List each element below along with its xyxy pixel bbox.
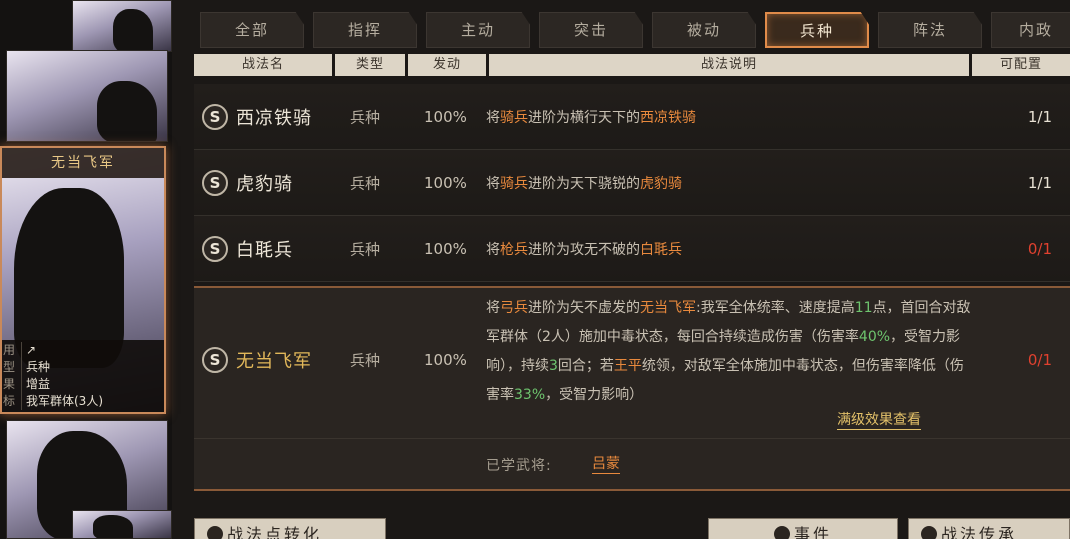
event-button[interactable]: 事件 (708, 518, 898, 539)
tactic-card-strip: 无当飞军 用 ↗ 型兵种 果增益 标我军群体(3人) (0, 0, 172, 539)
tactic-type: 兵种 (350, 108, 381, 126)
table-row[interactable]: S 虎豹骑 兵种 100% 将骑兵进阶为天下骁锐的虎豹骑 1/1 (194, 150, 1070, 216)
grade-badge: S (202, 169, 228, 196)
tab-all[interactable]: 全部 (200, 12, 304, 48)
tactic-list: S 西凉铁骑 兵种 100% 将骑兵进阶为横行天下的西凉铁骑 1/1 S 虎豹骑… (194, 84, 1070, 491)
category-tabs: 全部 指挥 主动 突击 被动 兵种 阵法 内政 (200, 12, 1070, 48)
tab-passive[interactable]: 被动 (652, 12, 756, 48)
tactic-cap: 1/1 (1027, 173, 1052, 192)
header-name: 战法名 (194, 54, 332, 76)
tactic-cap: 0/1 (1027, 239, 1052, 258)
tactic-rate: 100% (424, 107, 467, 126)
tactic-card[interactable] (6, 50, 168, 142)
inherit-icon (921, 526, 937, 539)
header-cap: 可配置 (972, 54, 1070, 76)
info-type: 兵种 (26, 360, 51, 374)
table-row[interactable]: S 白毦兵 兵种 100% 将枪兵进阶为攻无不破的白毦兵 0/1 (194, 216, 1070, 282)
tactic-desc: 将骑兵进阶为天下骁锐的虎豹骑 (486, 175, 682, 192)
table-header: 战法名 类型 发动 战法说明 可配置 (194, 54, 1070, 76)
grade-badge: S (202, 103, 228, 130)
header-rate: 发动 (408, 54, 486, 76)
tactic-desc: 将骑兵进阶为横行天下的西凉铁骑 (486, 109, 696, 126)
info-key: 标 (2, 393, 22, 410)
learned-label: 已学武将: (486, 458, 552, 474)
tactic-rate: 100% (424, 351, 467, 369)
tactic-card[interactable] (72, 0, 172, 52)
tactic-name: 虎豹骑 (236, 173, 293, 195)
learned-general-link[interactable]: 吕蒙 (592, 455, 620, 474)
tactic-name: 无当飞军 (236, 351, 312, 372)
card-title: 无当飞军 (2, 148, 164, 178)
tab-troop-type[interactable]: 兵种 (765, 12, 869, 48)
full-effect-link[interactable]: 满级效果查看 (837, 411, 921, 430)
tab-internal[interactable]: 内政 (991, 12, 1070, 48)
info-key: 型 (2, 359, 22, 376)
selected-tactic-card[interactable]: 无当飞军 用 ↗ 型兵种 果增益 标我军群体(3人) (0, 146, 166, 414)
convert-points-button[interactable]: 战法点转化 (194, 518, 386, 539)
inherit-button[interactable]: 战法传承 (908, 518, 1070, 539)
tab-active[interactable]: 主动 (426, 12, 530, 48)
event-icon (773, 526, 790, 539)
table-row[interactable]: S 西凉铁骑 兵种 100% 将骑兵进阶为横行天下的西凉铁骑 1/1 (194, 84, 1070, 150)
expanded-tactic-row[interactable]: S 无当飞军 兵种 100% 将弓兵进阶为矢不虚发的无当飞军:我军全体统率、速度… (194, 286, 1070, 491)
learned-generals: 已学武将: 吕蒙 (194, 438, 1070, 490)
tactic-name: 白毦兵 (236, 239, 293, 261)
info-key: 果 (2, 376, 22, 393)
tactic-type: 兵种 (350, 174, 381, 192)
card-info-panel: 用 ↗ 型兵种 果增益 标我军群体(3人) (2, 340, 164, 412)
tab-assault[interactable]: 突击 (539, 12, 643, 48)
grade-badge: S (202, 347, 228, 373)
tactic-rate: 100% (424, 239, 467, 258)
info-effect: 增益 (26, 377, 51, 391)
header-type: 类型 (335, 54, 405, 76)
tactic-card[interactable] (72, 510, 172, 539)
tab-formation[interactable]: 阵法 (878, 12, 982, 48)
info-target: 我军群体(3人) (26, 394, 103, 408)
tactic-name: 西凉铁骑 (236, 107, 312, 129)
tactic-cap: 0/1 (1027, 351, 1052, 369)
tactic-rate: 100% (424, 173, 467, 192)
tactic-type: 兵种 (350, 351, 381, 370)
tactic-cap: 1/1 (1027, 107, 1052, 126)
tactic-type: 兵种 (350, 240, 381, 258)
tab-command[interactable]: 指挥 (313, 12, 417, 48)
target-count-icon: ↗ (26, 343, 37, 357)
info-key: 用 (2, 342, 22, 359)
grade-badge: S (202, 235, 228, 262)
tactic-long-desc: 将弓兵进阶为矢不虚发的无当飞军:我军全体统率、速度提高11点，首回合对敌军群体（… (486, 300, 971, 403)
tactic-desc: 将枪兵进阶为攻无不破的白毦兵 (486, 241, 682, 258)
header-desc: 战法说明 (489, 54, 969, 76)
convert-icon (207, 526, 223, 539)
